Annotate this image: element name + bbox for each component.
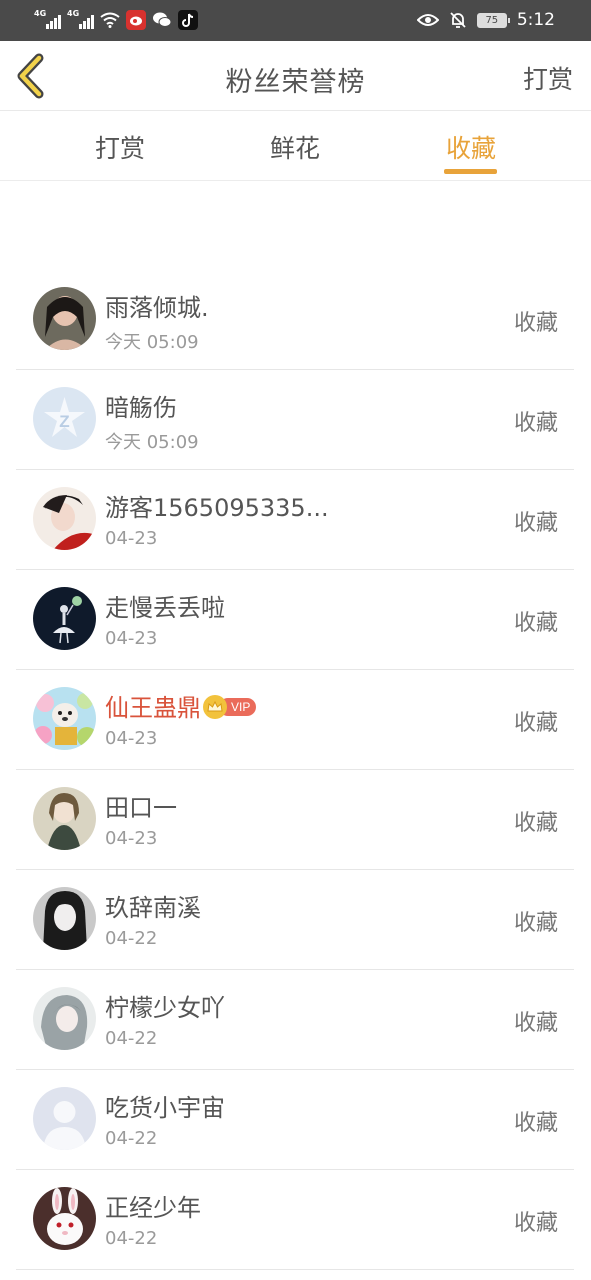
active-tab-indicator [444, 169, 497, 174]
reward-button[interactable]: 打赏 [523, 60, 573, 96]
tab-reward[interactable]: 打赏 [60, 129, 180, 165]
avatar [33, 687, 96, 750]
list-item[interactable]: 正经少年 04-22 收藏 [16, 1170, 574, 1270]
avatar: Z [33, 387, 96, 450]
favorite-time: 04-23 [105, 528, 158, 549]
list-item[interactable]: 田口一 04-23 收藏 [16, 770, 574, 870]
action-label: 收藏 [513, 911, 558, 936]
status-left-icons: 4G 4G [34, 8, 198, 32]
tab-flowers[interactable]: 鲜花 [235, 129, 355, 165]
avatar [33, 1187, 96, 1250]
list-item[interactable]: 吃货小宇宙 04-22 收藏 [16, 1070, 574, 1170]
avatar [33, 887, 96, 950]
status-right-icons: 75 5:12 [416, 8, 555, 32]
favorite-time: 今天 05:09 [105, 332, 199, 353]
list-item[interactable]: 游客1565095335... 04-23 收藏 [16, 470, 574, 570]
network-type-label: 4G [67, 9, 80, 18]
network-type-label: 4G [34, 9, 47, 18]
action-label: 收藏 [513, 1111, 558, 1136]
list-item[interactable]: 仙王蛊鼎 VIP 04-23 收藏 [16, 670, 574, 770]
avatar [33, 1087, 96, 1150]
user-name: 正经少年 [105, 1194, 201, 1222]
favorite-time: 04-23 [105, 728, 158, 749]
user-name-text: 仙王蛊鼎 [105, 694, 201, 722]
action-label: 收藏 [513, 511, 558, 536]
fan-list: 雨落倾城. 今天 05:09 收藏 Z 暗觞伤 今天 05:09 收藏 游客15… [16, 270, 574, 1270]
list-item[interactable]: Z 暗觞伤 今天 05:09 收藏 [16, 370, 574, 470]
user-name: 田口一 [105, 794, 177, 822]
mute-bell-icon [450, 12, 466, 28]
action-label: 收藏 [513, 811, 558, 836]
avatar [33, 587, 96, 650]
action-label: 收藏 [513, 411, 558, 436]
wifi-icon [100, 12, 120, 28]
vip-badge: VIP [203, 695, 257, 719]
battery-icon: 75 [476, 12, 510, 28]
avatar [33, 487, 96, 550]
user-name: 游客1565095335... [105, 494, 329, 522]
tiktok-icon [178, 10, 198, 30]
favorite-time: 04-22 [105, 928, 158, 949]
user-name: 暗觞伤 [105, 394, 177, 422]
action-label: 收藏 [513, 611, 558, 636]
status-bar: 4G 4G 75 5:12 [0, 0, 591, 41]
favorite-time: 今天 05:09 [105, 432, 199, 453]
list-item[interactable]: 柠檬少女吖 04-22 收藏 [16, 970, 574, 1070]
eye-icon [416, 14, 439, 26]
svg-text:Z: Z [59, 412, 69, 431]
avatar [33, 987, 96, 1050]
avatar [33, 287, 96, 350]
favorite-time: 04-23 [105, 628, 158, 649]
user-name: 柠檬少女吖 [105, 994, 225, 1022]
user-name: 吃货小宇宙 [105, 1094, 225, 1122]
user-name: 走慢丢丢啦 [105, 594, 225, 622]
list-item[interactable]: 玖辞南溪 04-22 收藏 [16, 870, 574, 970]
list-item[interactable]: 走慢丢丢啦 04-23 收藏 [16, 570, 574, 670]
favorite-time: 04-23 [105, 828, 158, 849]
favorite-time: 04-22 [105, 1028, 158, 1049]
signal-icon: 4G [67, 9, 94, 29]
list-item[interactable]: 雨落倾城. 今天 05:09 收藏 [16, 270, 574, 370]
wechat-icon [153, 12, 172, 27]
page-title: 粉丝荣誉榜 [225, 67, 366, 98]
favorite-time: 04-22 [105, 1228, 158, 1249]
action-label: 收藏 [513, 711, 558, 736]
avatar [33, 787, 96, 850]
page-header: 粉丝荣誉榜 打赏 [0, 41, 591, 111]
tab-favorites[interactable]: 收藏 [411, 129, 531, 165]
battery-level: 75 [485, 14, 499, 26]
action-label: 收藏 [513, 1011, 558, 1036]
tab-bar: 打赏 鲜花 收藏 [0, 111, 591, 181]
crown-icon [203, 695, 227, 719]
clock-time: 5:12 [516, 10, 555, 30]
signal-icon: 4G [34, 9, 61, 29]
favorite-time: 04-22 [105, 1128, 158, 1149]
user-name: 玖辞南溪 [105, 894, 201, 922]
user-name: 仙王蛊鼎 VIP [105, 688, 257, 723]
weibo-app-icon [126, 10, 146, 30]
action-label: 收藏 [513, 311, 558, 336]
action-label: 收藏 [513, 1211, 558, 1236]
user-name: 雨落倾城. [105, 294, 209, 322]
